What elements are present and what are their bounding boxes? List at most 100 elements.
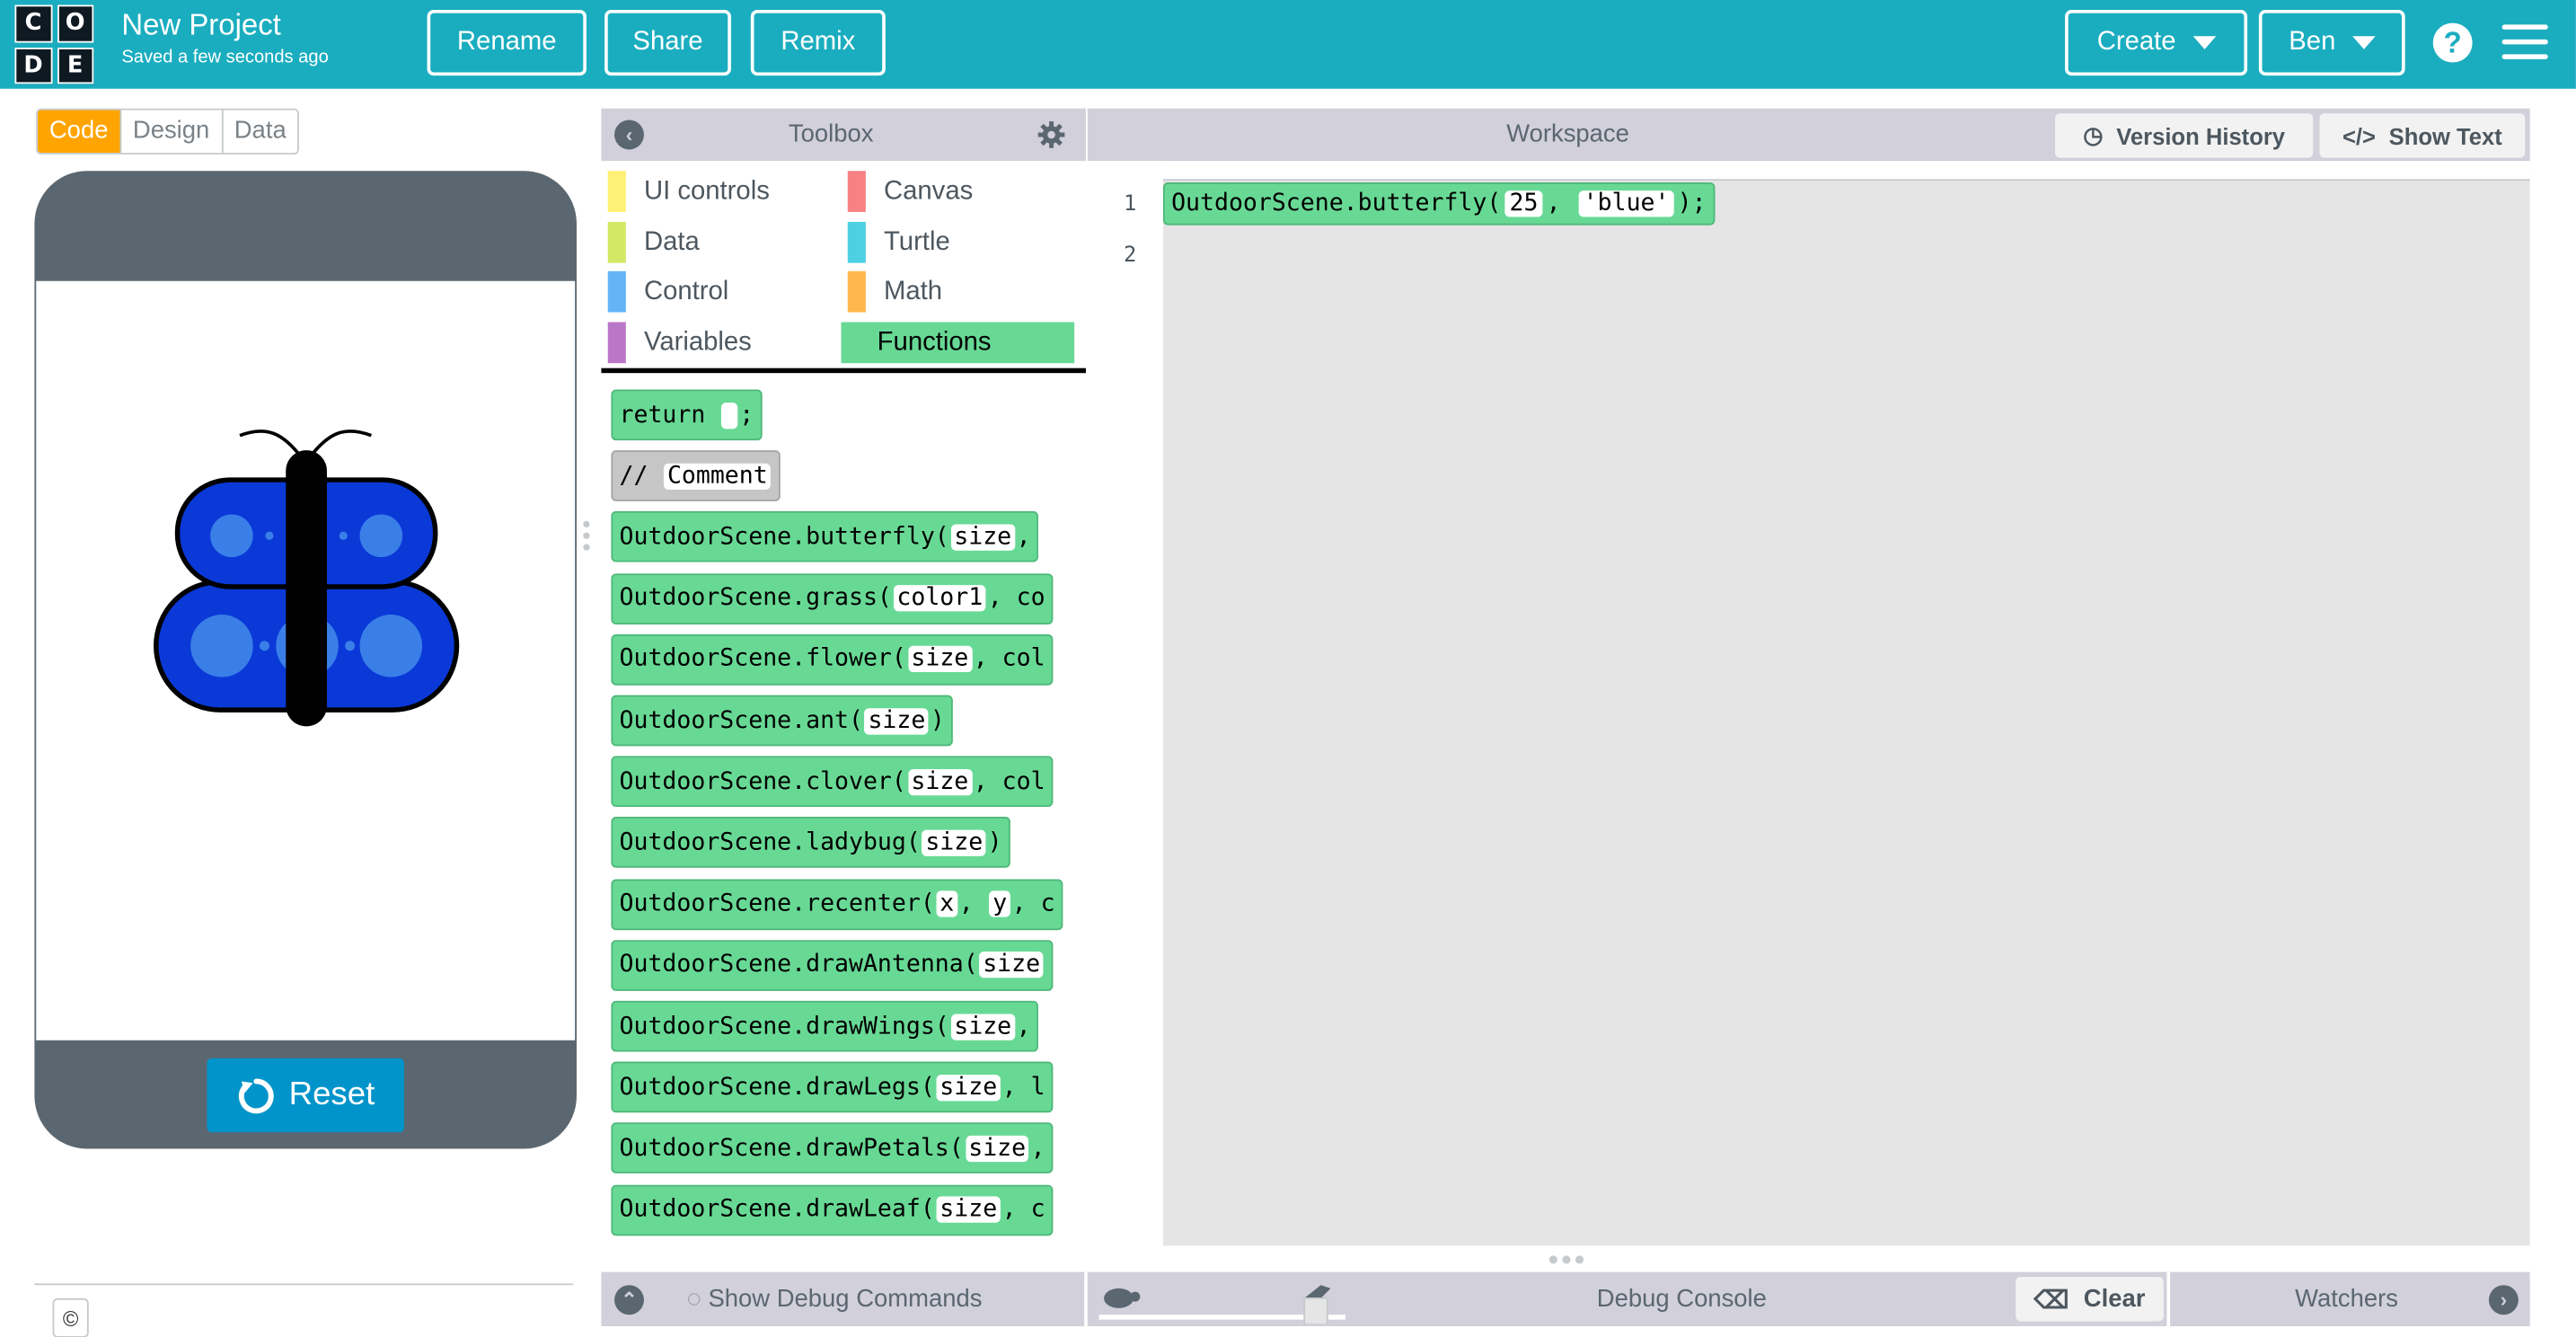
butterfly-drawing — [154, 429, 460, 727]
category-label: Control — [643, 278, 729, 306]
block-arg-slot[interactable]: size — [907, 768, 972, 795]
toolbox-block[interactable]: OutdoorScene.butterfly(size, — [611, 511, 1039, 563]
category-color-swatch — [607, 221, 626, 263]
show-debug-commands-label: Show Debug Commands — [708, 1285, 983, 1314]
block-arg-slot[interactable] — [721, 402, 738, 429]
rabbit-icon — [1303, 1285, 1331, 1325]
debug-resize-handle[interactable] — [1548, 1255, 1585, 1264]
version-history-button[interactable]: ◷ Version History — [2055, 113, 2314, 158]
reset-button[interactable]: Reset — [207, 1058, 404, 1133]
rename-button[interactable]: Rename — [427, 9, 587, 76]
category-turtle[interactable]: Turtle — [841, 221, 1074, 263]
panel-resize-handle[interactable] — [583, 520, 590, 554]
code-org-logo[interactable]: C O D E — [14, 4, 94, 84]
debug-separator — [1084, 1271, 1088, 1327]
butterfly-call-block[interactable]: OutdoorScene.butterfly( 25 , 'blue' ); — [1162, 182, 1715, 226]
category-label: Math — [884, 278, 943, 306]
create-label: Create — [2096, 28, 2176, 57]
collapse-left-icon[interactable]: ‹ — [614, 120, 644, 150]
category-functions[interactable]: Functions — [841, 322, 1075, 364]
collapse-right-icon[interactable]: › — [2488, 1285, 2519, 1315]
line-number: 2 — [1124, 243, 1137, 269]
toolbox-block[interactable]: return ; — [611, 389, 763, 441]
show-text-button[interactable]: </> Show Text — [2319, 113, 2526, 158]
toolbox-block[interactable]: OutdoorScene.drawLeaf(size, c — [611, 1183, 1054, 1235]
block-arg-slot[interactable]: size — [922, 829, 986, 856]
line-number-gutter: 1 2 — [1087, 161, 1163, 1246]
eraser-icon: ⌫ — [2033, 1286, 2069, 1315]
gear-icon[interactable] — [1037, 120, 1066, 150]
block-arg-color[interactable]: 'blue' — [1578, 190, 1674, 217]
share-button[interactable]: Share — [604, 9, 731, 76]
category-ui-controls[interactable]: UI controls — [601, 171, 834, 212]
help-icon[interactable]: ? — [2432, 22, 2473, 63]
category-label: Canvas — [884, 177, 974, 206]
mode-switcher: Code Design Data — [36, 108, 300, 155]
toolbox-block[interactable]: OutdoorScene.drawLegs(size, l — [611, 1061, 1054, 1113]
block-arg-slot[interactable]: size — [979, 952, 1044, 978]
block-arg-slot[interactable]: y — [989, 890, 1010, 917]
block-text: , — [1546, 190, 1575, 217]
clear-console-button[interactable]: ⌫ Clear — [2016, 1277, 2164, 1322]
user-dropdown[interactable]: Ben — [2258, 9, 2405, 76]
toolbox-title: Toolbox — [788, 120, 874, 148]
block-arg-slot[interactable]: Comment — [664, 463, 772, 490]
toolbox-header: ‹ Toolbox — [601, 108, 1086, 162]
toolbox-block[interactable]: OutdoorScene.recenter(x, y, c — [611, 878, 1063, 930]
workspace-canvas[interactable]: OutdoorScene.butterfly( 25 , 'blue' ); — [1162, 161, 2530, 1246]
block-text: , — [1030, 1135, 1045, 1162]
toolbox-block[interactable]: OutdoorScene.clover(size, col — [611, 756, 1054, 808]
toolbox-categories: UI controls Canvas Data Turtle Control Math Va… — [601, 161, 1086, 374]
category-data[interactable]: Data — [601, 221, 834, 263]
app-canvas[interactable] — [36, 280, 576, 1040]
user-label: Ben — [2289, 28, 2336, 57]
category-label: Functions — [877, 328, 992, 358]
code-brackets-icon: </> — [2342, 122, 2376, 149]
block-arg-slot[interactable]: size — [950, 1013, 1015, 1040]
toolbox-block[interactable]: OutdoorScene.drawPetals(size, — [611, 1122, 1054, 1174]
block-arg-slot[interactable]: size — [864, 707, 929, 734]
block-arg-size[interactable]: 25 — [1504, 190, 1543, 217]
app-lab-root: C O D E New Project Saved a few seconds … — [0, 0, 2576, 1337]
toolbox-block[interactable]: OutdoorScene.ladybug(size) — [611, 817, 1010, 869]
block-text: , col — [973, 768, 1045, 795]
block-text: OutdoorScene.drawWings( — [619, 1013, 949, 1040]
hamburger-menu-icon[interactable] — [2501, 24, 2548, 60]
block-arg-slot[interactable]: size — [936, 1074, 1001, 1101]
category-control[interactable]: Control — [601, 271, 834, 314]
block-arg-slot[interactable]: x — [936, 890, 957, 917]
block-text: OutdoorScene.drawAntenna( — [619, 952, 978, 978]
toolbox-block[interactable]: OutdoorScene.drawWings(size, — [611, 1000, 1039, 1052]
toolbox-block[interactable]: // Comment — [611, 450, 781, 502]
mode-design-button[interactable]: Design — [119, 110, 222, 154]
toolbox-block[interactable]: OutdoorScene.flower(size, col — [611, 633, 1054, 686]
toolbox-block[interactable]: OutdoorScene.ant(size) — [611, 695, 953, 747]
block-arg-slot[interactable]: size — [950, 524, 1015, 551]
reset-label: Reset — [288, 1076, 375, 1113]
block-arg-slot[interactable]: size — [907, 646, 972, 673]
category-variables[interactable]: Variables — [601, 322, 834, 364]
block-arg-slot[interactable]: color1 — [893, 585, 986, 612]
mode-data-button[interactable]: Data — [221, 110, 298, 154]
block-arg-slot[interactable]: size — [965, 1135, 1029, 1162]
caret-down-icon — [2192, 36, 2216, 49]
debug-console-title: Debug Console — [1596, 1285, 1767, 1314]
block-arg-slot[interactable]: size — [936, 1196, 1001, 1223]
mode-code-button[interactable]: Code — [38, 110, 120, 154]
logo-letter: E — [57, 47, 94, 84]
block-separator: , — [958, 890, 988, 917]
create-dropdown[interactable]: Create — [2065, 9, 2248, 76]
block-text: OutdoorScene.butterfly( — [619, 524, 949, 551]
expand-up-icon[interactable]: ⌃ — [614, 1285, 644, 1315]
toolbox-block[interactable]: OutdoorScene.grass(color1, co — [611, 572, 1054, 624]
copyright-button[interactable]: © — [52, 1297, 89, 1337]
remix-button[interactable]: Remix — [750, 9, 886, 76]
category-canvas[interactable]: Canvas — [841, 171, 1074, 212]
block-text: , co — [987, 585, 1045, 612]
category-color-swatch — [847, 171, 866, 212]
show-debug-commands[interactable]: ◌ Show Debug Commands — [687, 1285, 983, 1313]
toolbox-block[interactable]: OutdoorScene.drawAntenna(size — [611, 939, 1054, 991]
category-math[interactable]: Math — [841, 271, 1074, 314]
block-text: , c — [1011, 890, 1055, 917]
version-history-label: Version History — [2116, 122, 2286, 149]
